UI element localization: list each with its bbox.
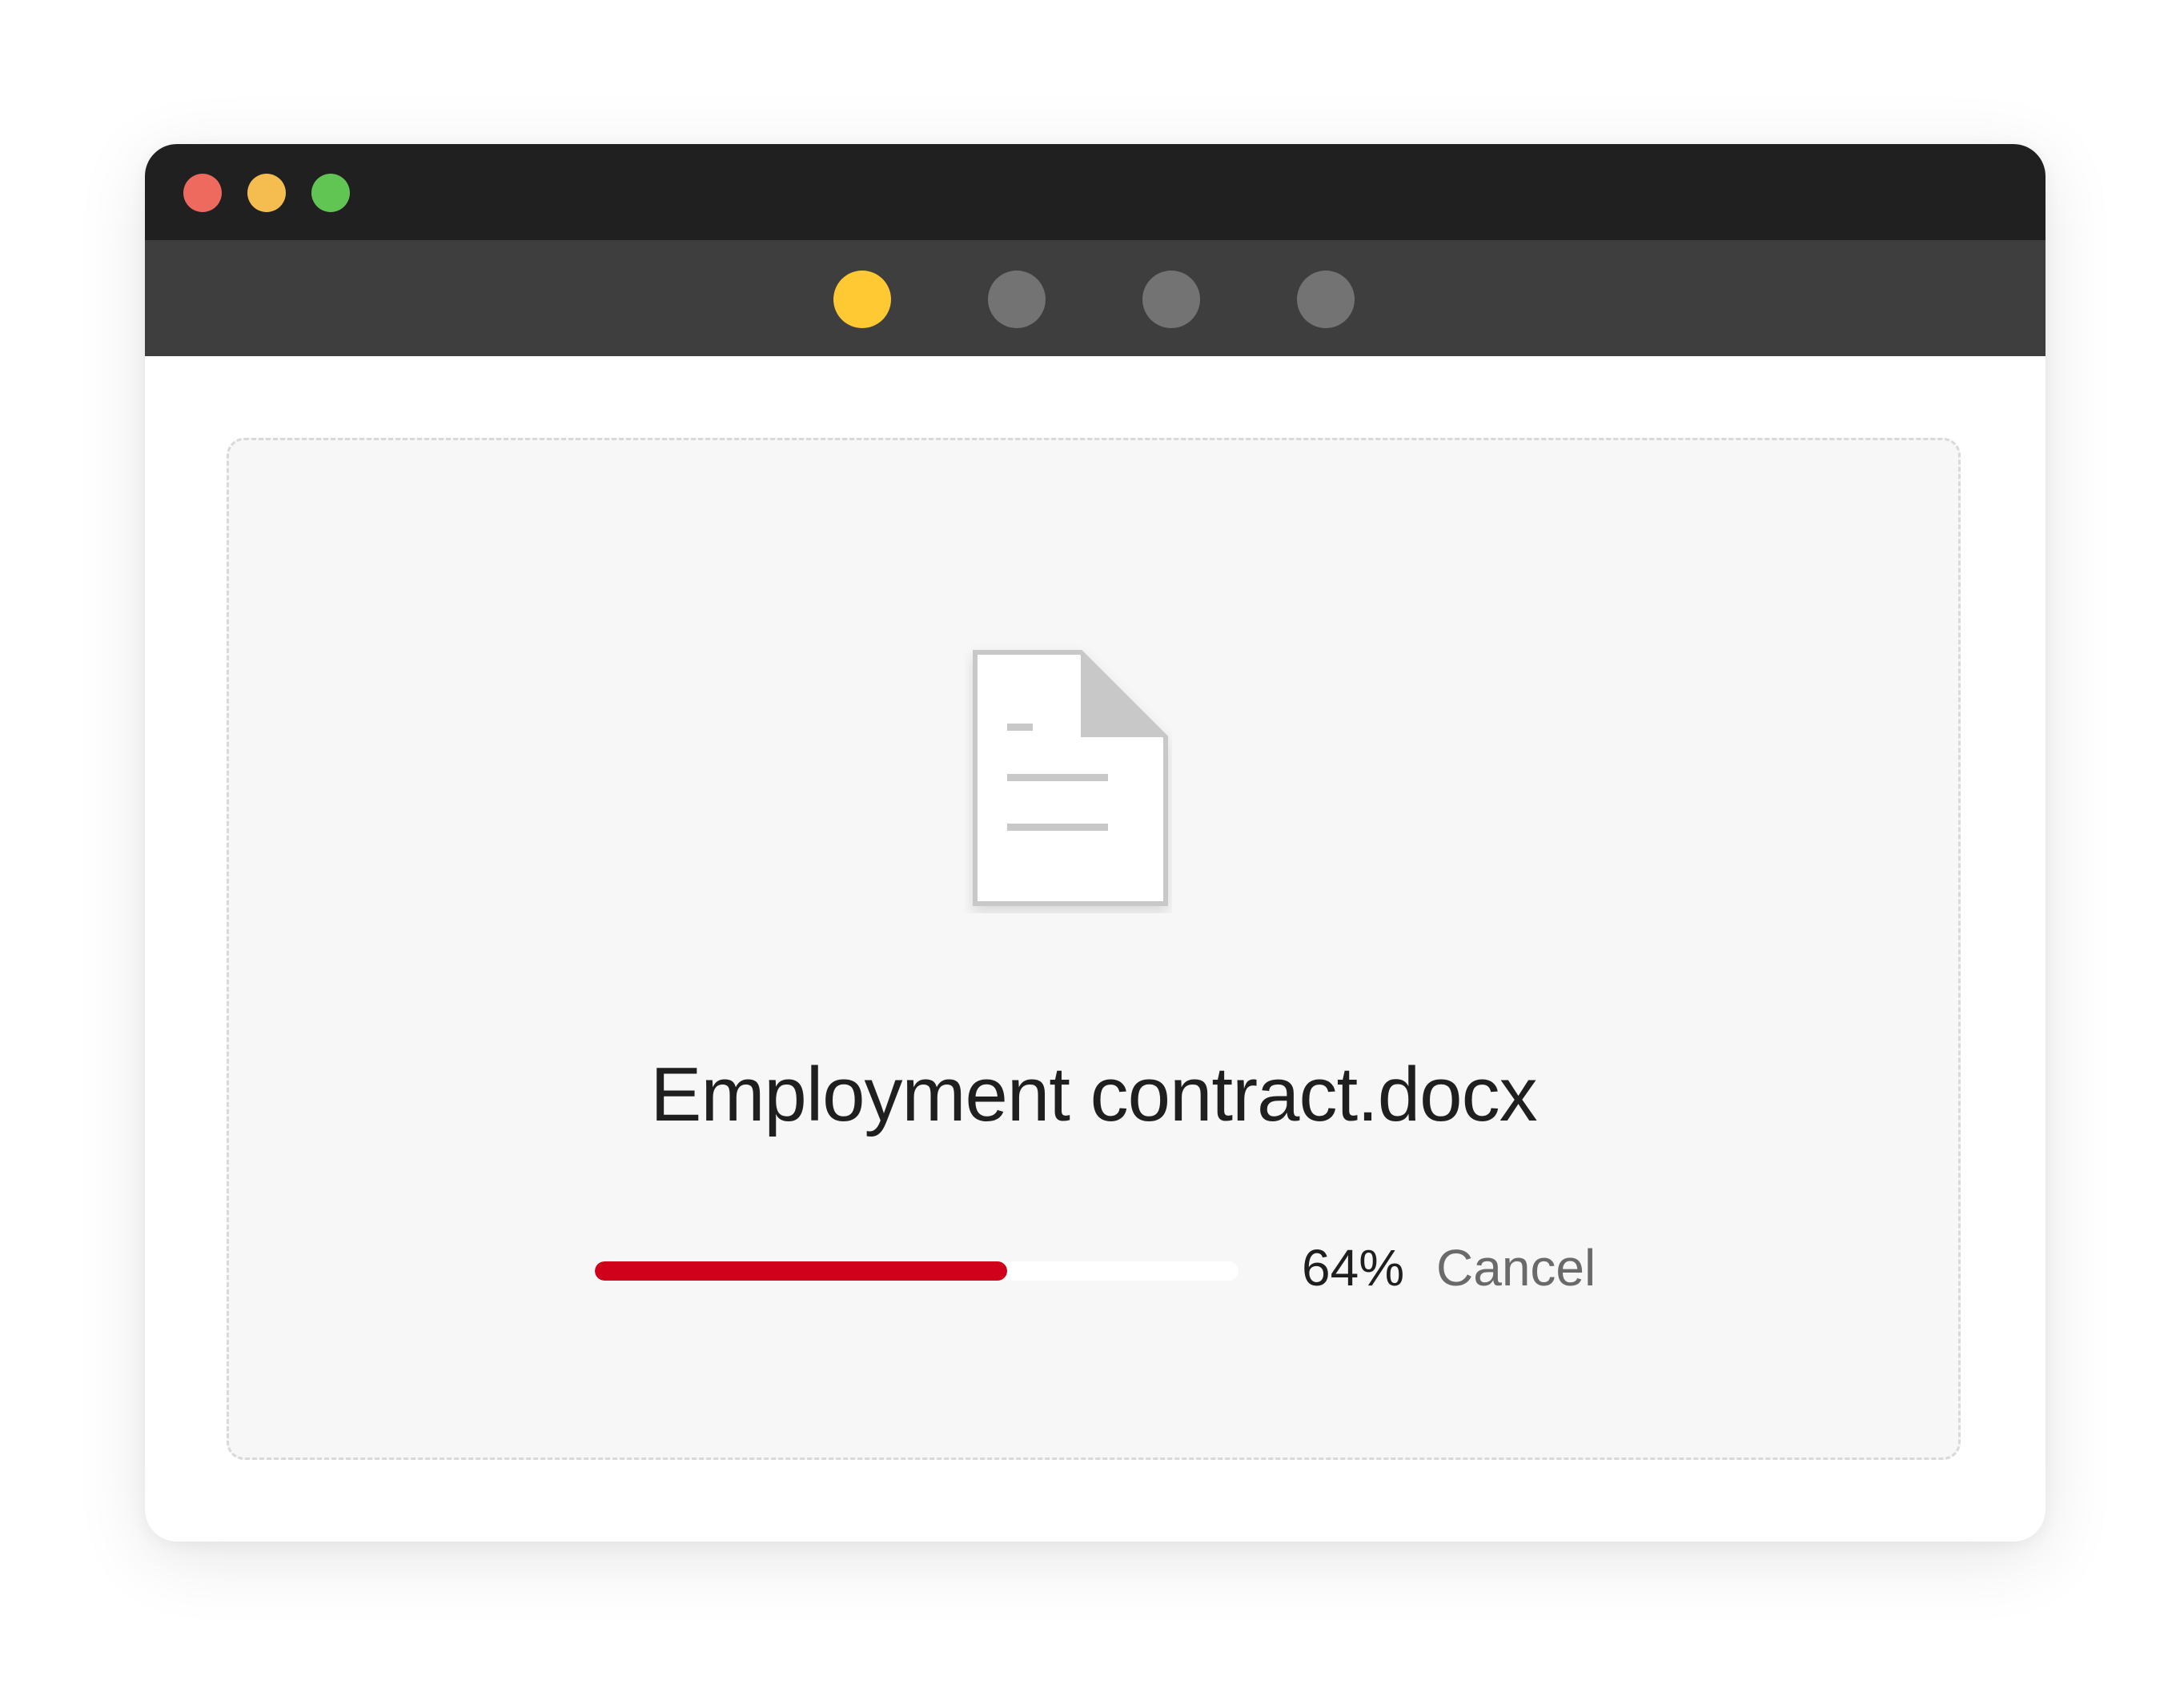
step-indicator-4[interactable]	[1297, 271, 1355, 328]
upload-progress-bar	[595, 1261, 1239, 1281]
step-indicator-2[interactable]	[988, 271, 1046, 328]
step-indicator-bar	[145, 240, 2045, 356]
upload-progress-percent: 64%	[1302, 1239, 1405, 1297]
document-icon	[973, 650, 1168, 906]
file-drop-zone[interactable]: Employment contract.docx 64% Cancel	[227, 438, 1961, 1460]
browser-window: Employment contract.docx 64% Cancel	[145, 144, 2045, 1542]
title-bar	[145, 144, 2045, 240]
maximize-window-button[interactable]	[311, 174, 350, 212]
cancel-upload-link[interactable]: Cancel	[1436, 1242, 1596, 1293]
upload-progress-fill	[595, 1261, 1007, 1281]
step-indicator-1[interactable]	[833, 271, 891, 328]
minimize-window-button[interactable]	[247, 174, 286, 212]
file-name: Employment contract.docx	[650, 1052, 1537, 1137]
step-indicator-3[interactable]	[1142, 271, 1200, 328]
close-window-button[interactable]	[183, 174, 222, 212]
